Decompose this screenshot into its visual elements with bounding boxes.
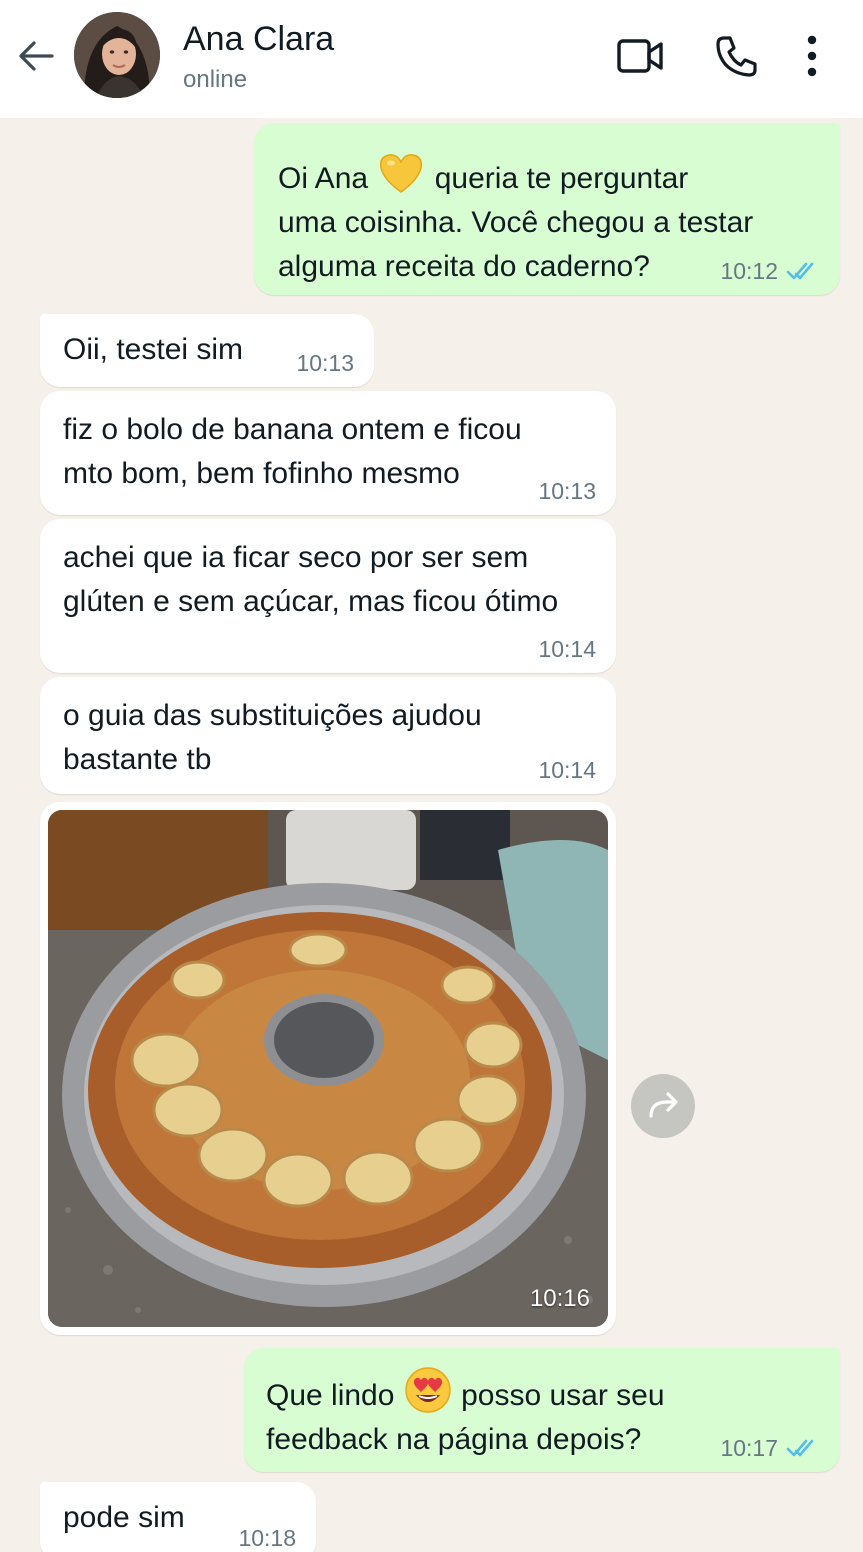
arrow-left-icon [19,41,54,71]
message-bubble-incoming[interactable]: Oii, testei sim 10:13 [40,314,374,387]
message-text: fiz o bolo de banana ontem e ficou mto b… [63,413,522,490]
message-time: 10:13 [538,478,596,504]
chat-header: Ana Clara online [0,0,863,118]
heart-eyes-emoji [405,1367,451,1413]
double-check-icon [786,1439,814,1457]
message-time: 10:12 [720,258,778,284]
message-text: achei que ia ficar seco por ser sem glút… [63,541,559,618]
message-bubble-incoming[interactable]: pode sim 10:18 [40,1482,316,1552]
back-button[interactable] [14,34,58,78]
message-text: Que lindo [266,1379,403,1412]
message-text: o guia das substituições ajudou bastante… [63,699,482,776]
yellow-heart-emoji [380,154,423,193]
message-time: 10:18 [238,1525,296,1551]
message-bubble-outgoing[interactable]: Que lindo posso usar seu feedback na pág… [244,1348,840,1472]
message-time: 10:13 [296,350,354,376]
double-check-icon [786,262,814,280]
more-vertical-icon [807,35,817,77]
video-camera-icon [617,39,663,73]
message-bubble-incoming[interactable]: o guia das substituições ajudou bastante… [40,677,616,794]
phone-icon [716,36,757,77]
forward-icon [649,1092,678,1118]
message-bubble-incoming[interactable]: achei que ia ficar seco por ser sem glút… [40,519,616,673]
forward-button[interactable] [631,1074,695,1138]
contact-name[interactable]: Ana Clara [183,20,334,59]
video-call-button[interactable] [614,30,666,82]
banana-cake-photo[interactable]: 10:16 [48,810,608,1327]
message-text: Oi Ana [278,162,377,195]
message-bubble-incoming[interactable]: fiz o bolo de banana ontem e ficou mto b… [40,391,616,515]
image-message-bubble[interactable]: 10:16 [40,802,616,1335]
message-time: 10:17 [720,1435,778,1461]
contact-status: online [183,66,248,93]
message-bubble-outgoing[interactable]: Oi Ana queria te perguntar uma coisinha.… [254,123,840,295]
voice-call-button[interactable] [710,30,762,82]
chat-area[interactable]: Oi Ana queria te perguntar uma coisinha.… [0,118,863,1552]
message-time: 10:14 [538,757,596,783]
message-time: 10:14 [538,636,596,662]
more-options-button[interactable] [792,30,832,82]
message-time: 10:16 [529,1285,590,1312]
avatar[interactable] [74,12,160,98]
